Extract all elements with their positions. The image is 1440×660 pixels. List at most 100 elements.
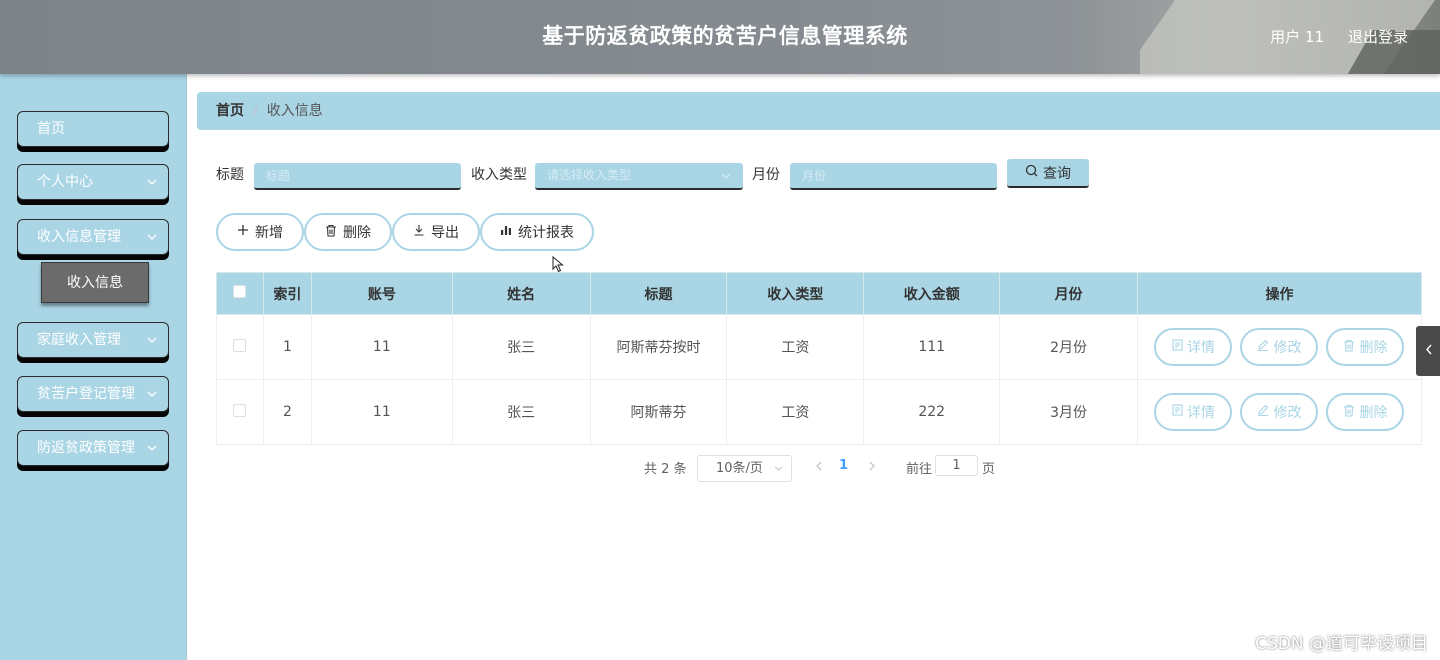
table-row: 2 11 张三 阿斯蒂芬 工资 222 3月份 详情 修改 删除 <box>216 379 1423 445</box>
row-delete-button[interactable]: 删除 <box>1326 393 1405 431</box>
column-header: 账号 <box>310 272 453 315</box>
breadcrumb-separator: / <box>253 103 258 119</box>
document-icon <box>1172 404 1183 420</box>
trash-icon <box>325 224 337 241</box>
row-delete-label: 删除 <box>1359 405 1388 421</box>
chevron-down-icon <box>146 323 158 357</box>
page-size-value: 10条/页 <box>716 461 763 476</box>
sidebar-item-anti-poverty-policy[interactable]: 防返贫政策管理 <box>17 430 169 466</box>
sidebar-item-label: 收入信息管理 <box>37 229 121 245</box>
page-unit-label: 页 <box>982 462 996 477</box>
income-type-placeholder: 请选择收入类型 <box>547 168 632 182</box>
pagination-total: 共 2 条 <box>644 462 687 477</box>
sidebar-subitem-income-info[interactable]: 收入信息 <box>41 262 149 303</box>
row-select-cell <box>216 314 264 380</box>
logout-link[interactable]: 退出登录 <box>1348 26 1408 47</box>
query-label: 查询 <box>1043 165 1071 182</box>
sidebar-item-home[interactable]: 首页 <box>17 111 169 147</box>
delete-button[interactable]: 删除 <box>304 213 392 251</box>
cell-amount: 222 <box>863 379 1001 445</box>
sidebar-item-poor-household[interactable]: 贫苦户登记管理 <box>17 376 169 412</box>
edit-label: 修改 <box>1273 340 1302 356</box>
detail-label: 详情 <box>1186 405 1215 421</box>
report-label: 统计报表 <box>518 225 574 241</box>
sidebar-item-label: 防返贫政策管理 <box>37 440 135 456</box>
edit-icon <box>1257 339 1269 355</box>
sidebar: 首页 个人中心 收入信息管理 收入信息 家庭收入管理 贫苦户登记管理 防返贫政策… <box>0 74 187 660</box>
income-table: 索引 账号 姓名 标题 收入类型 收入金额 月份 操作 1 11 张三 阿斯蒂芬… <box>216 272 1423 445</box>
plus-icon <box>237 224 249 240</box>
goto-label: 前往 <box>906 462 933 477</box>
detail-label: 详情 <box>1186 340 1215 356</box>
select-all-checkbox[interactable] <box>233 285 247 298</box>
user-name: 用户 11 <box>1270 28 1324 46</box>
chevron-down-icon <box>146 377 158 411</box>
month-label: 月份 <box>752 167 780 183</box>
cell-index: 1 <box>262 314 312 380</box>
title-input[interactable] <box>254 163 461 190</box>
export-label: 导出 <box>431 225 459 241</box>
breadcrumb-home[interactable]: 首页 <box>216 103 244 119</box>
cell-name: 张三 <box>451 379 591 445</box>
income-type-select[interactable]: 请选择收入类型 <box>535 163 743 190</box>
month-input[interactable] <box>790 163 997 190</box>
row-delete-label: 删除 <box>1359 340 1388 356</box>
cell-index: 2 <box>262 379 312 445</box>
chevron-left-icon <box>1425 343 1432 359</box>
breadcrumb: 首页 / 收入信息 <box>197 92 1440 130</box>
column-header: 操作 <box>1136 272 1423 315</box>
document-icon <box>1172 339 1183 355</box>
income-type-label: 收入类型 <box>471 167 527 183</box>
trash-icon <box>1343 404 1355 421</box>
sidebar-item-income-management[interactable]: 收入信息管理 <box>17 219 169 255</box>
row-delete-button[interactable]: 删除 <box>1326 328 1405 366</box>
report-button[interactable]: 统计报表 <box>480 213 594 251</box>
column-header: 索引 <box>262 272 312 315</box>
add-button[interactable]: 新增 <box>216 213 304 251</box>
select-all-cell <box>216 272 264 315</box>
cell-name: 张三 <box>451 314 591 380</box>
search-icon <box>1025 164 1038 181</box>
prev-page-button[interactable] <box>811 457 825 475</box>
page-number[interactable]: 1 <box>839 458 848 473</box>
page-size-select[interactable]: 10条/页 <box>697 455 792 482</box>
cell-month: 3月份 <box>999 379 1138 445</box>
sidebar-item-label: 首页 <box>37 121 65 137</box>
sidebar-item-label: 家庭收入管理 <box>37 332 121 348</box>
download-icon <box>413 224 425 240</box>
cell-account: 11 <box>310 314 453 380</box>
sidebar-item-family-income[interactable]: 家庭收入管理 <box>17 322 169 358</box>
breadcrumb-current: 收入信息 <box>266 103 323 119</box>
row-checkbox[interactable] <box>233 338 247 352</box>
sidebar-item-personal-center[interactable]: 个人中心 <box>17 164 169 200</box>
query-button[interactable]: 查询 <box>1007 159 1089 188</box>
column-header: 收入类型 <box>726 272 865 315</box>
edit-button[interactable]: 修改 <box>1240 393 1319 431</box>
row-select-cell <box>216 379 264 445</box>
sidebar-item-label: 贫苦户登记管理 <box>37 386 135 402</box>
cell-type: 工资 <box>726 379 865 445</box>
chevron-down-icon <box>146 165 158 199</box>
table-header-row: 索引 账号 姓名 标题 收入类型 收入金额 月份 操作 <box>216 272 1423 315</box>
cell-type: 工资 <box>726 314 865 380</box>
header: 基于防返贫政策的贫苦户信息管理系统 用户 11 退出登录 <box>0 0 1440 74</box>
cell-month: 2月份 <box>999 314 1138 380</box>
detail-button[interactable]: 详情 <box>1154 328 1233 366</box>
row-checkbox[interactable] <box>233 403 247 417</box>
cell-amount: 111 <box>863 314 1001 380</box>
mouse-cursor-icon <box>552 255 564 277</box>
export-button[interactable]: 导出 <box>392 213 480 251</box>
cell-title: 阿斯蒂芬按时 <box>589 314 728 380</box>
column-header: 月份 <box>999 272 1138 315</box>
title-label: 标题 <box>216 167 244 183</box>
next-page-button[interactable] <box>865 457 879 475</box>
side-panel-toggle[interactable] <box>1416 326 1440 376</box>
delete-label: 删除 <box>343 225 371 241</box>
chevron-down-icon <box>774 456 783 481</box>
app-title: 基于防返贫政策的贫苦户信息管理系统 <box>542 24 908 48</box>
chevron-down-icon <box>146 220 158 254</box>
detail-button[interactable]: 详情 <box>1154 393 1233 431</box>
edit-button[interactable]: 修改 <box>1240 328 1319 366</box>
watermark: CSDN @道可毕设项目 <box>1255 634 1428 654</box>
goto-page-input[interactable] <box>935 455 978 476</box>
